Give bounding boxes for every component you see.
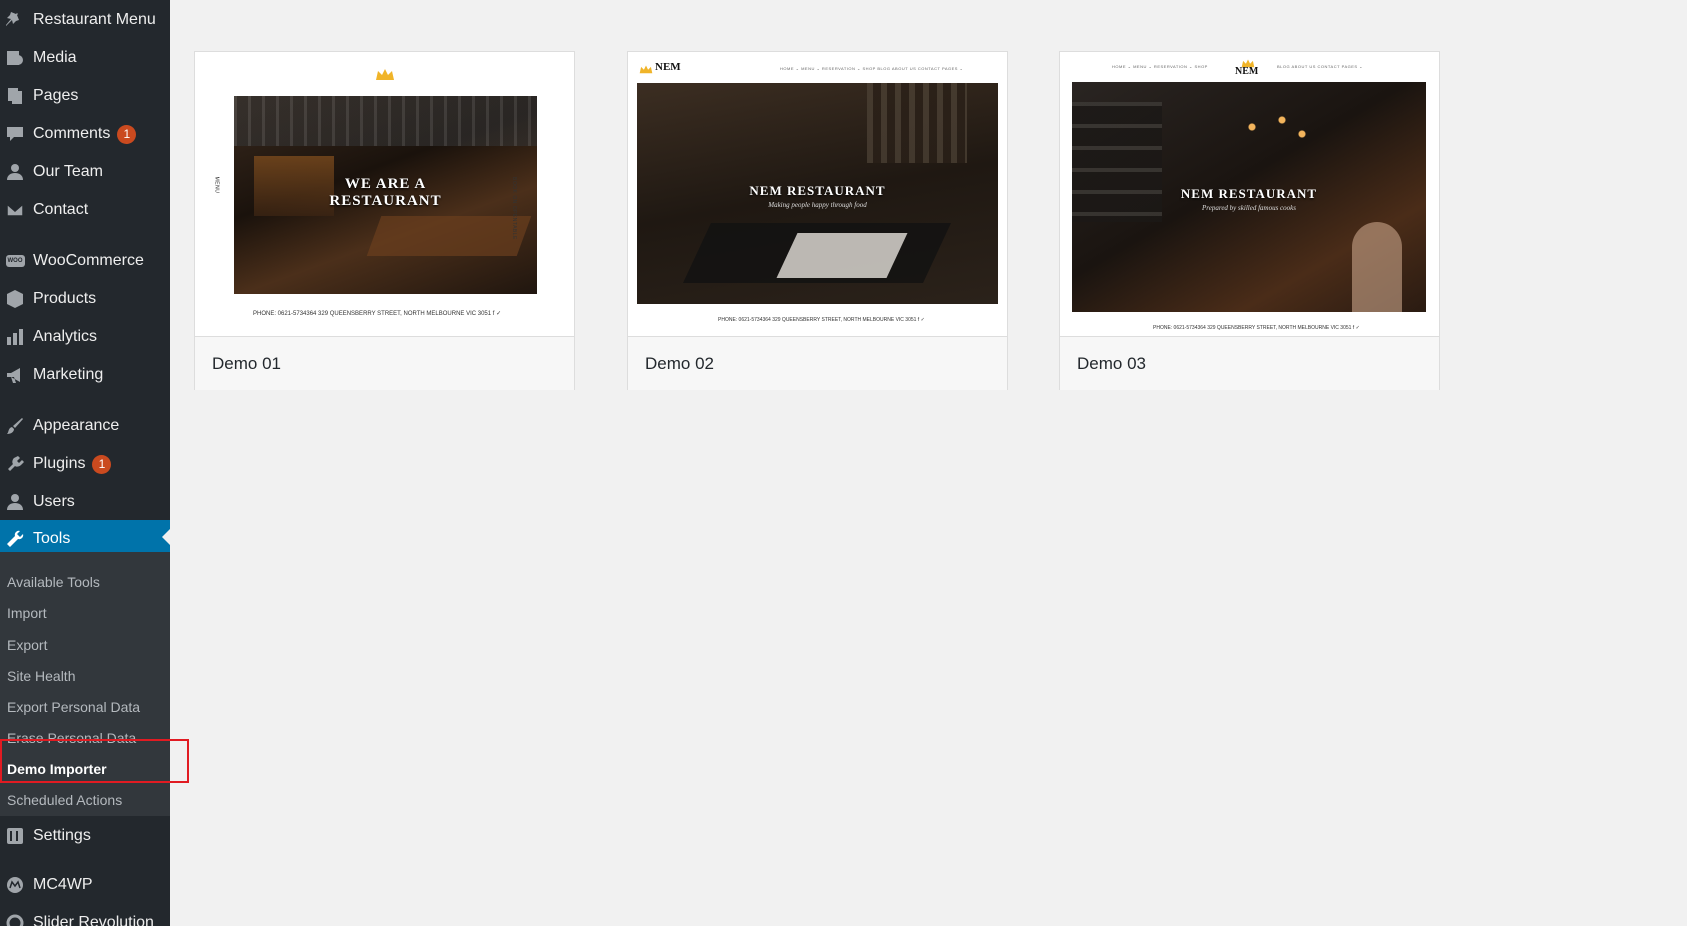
plugin-icon <box>4 453 26 475</box>
menu-item-restaurant-menu[interactable]: Restaurant Menu <box>0 3 170 37</box>
submenu-site-health[interactable]: Site Health <box>7 668 75 684</box>
crown-logo-icon <box>639 61 653 79</box>
menu-item-our-team[interactable]: Our Team <box>0 155 170 189</box>
comments-count-badge: 1 <box>117 124 137 144</box>
demo-02-name: Demo 02 <box>645 353 714 373</box>
demo-card-02[interactable]: NEM HOME ⌄ MENU ⌄ RESERVATION ⌄ SHOP BLO… <box>627 51 1008 390</box>
pin-icon <box>4 9 26 31</box>
demo-03-screenshot: HOME ⌄ MENU ⌄ RESERVATION ⌄ SHOP NEM BLO… <box>1060 52 1439 336</box>
email-icon <box>4 199 26 221</box>
demo-01-footer: Demo 01 <box>195 336 574 390</box>
comments-icon <box>4 123 26 145</box>
demo-importer-highlight <box>0 739 189 783</box>
mc4wp-icon <box>4 874 26 896</box>
team-icon <box>4 161 26 183</box>
pages-icon <box>4 85 26 107</box>
menu-item-comments[interactable]: Comments 1 <box>0 117 170 151</box>
demo-02-screenshot: NEM HOME ⌄ MENU ⌄ RESERVATION ⌄ SHOP BLO… <box>628 52 1007 336</box>
demo-02-logo: NEM <box>655 61 681 73</box>
demo-02-hero-image: NEM RESTAURANT Making people happy throu… <box>637 83 998 304</box>
demo-03-nav-right: BLOG ABOUT US CONTACT PAGES ⌄ <box>1277 64 1364 69</box>
menu-item-marketing[interactable]: Marketing <box>0 358 170 392</box>
submenu-export[interactable]: Export <box>7 637 47 653</box>
submenu-scheduled-actions[interactable]: Scheduled Actions <box>7 792 122 808</box>
menu-item-mc4wp[interactable]: MC4WP <box>0 868 170 902</box>
admin-sidebar: Restaurant Menu Media Pages Comments 1 O… <box>0 0 170 926</box>
demo-02-footer: Demo 02 <box>628 336 1007 390</box>
demo-03-name: Demo 03 <box>1077 353 1146 373</box>
settings-icon <box>4 825 26 847</box>
revslider-icon <box>4 912 26 926</box>
menu-item-settings[interactable]: Settings <box>0 819 170 853</box>
brush-icon <box>4 415 26 437</box>
submenu-available-tools[interactable]: Available Tools <box>7 574 100 590</box>
menu-item-contact[interactable]: Contact <box>0 193 170 227</box>
menu-item-media[interactable]: Media <box>0 41 170 75</box>
demo-01-screenshot: WE ARE A RESTAURANT MENU BOOK ON OPENTAB… <box>195 52 574 336</box>
menu-item-products[interactable]: Products <box>0 282 170 316</box>
demo-03-footer: Demo 03 <box>1060 336 1439 390</box>
submenu-import[interactable]: Import <box>7 605 47 621</box>
menu-item-woocommerce[interactable]: WOO WooCommerce <box>0 244 170 278</box>
demo-01-hero-image: WE ARE A RESTAURANT <box>234 96 537 294</box>
demo-03-nav-left: HOME ⌄ MENU ⌄ RESERVATION ⌄ SHOP <box>1112 64 1208 69</box>
menu-item-pages[interactable]: Pages <box>0 79 170 113</box>
menu-item-users[interactable]: Users <box>0 485 170 519</box>
plugins-count-badge: 1 <box>92 454 112 474</box>
demo-02-nav: HOME ⌄ MENU ⌄ RESERVATION ⌄ SHOP BLOG AB… <box>780 66 964 71</box>
menu-item-slider-revolution[interactable]: Slider Revolution <box>0 906 170 926</box>
demo-03-logo: NEM <box>1235 66 1259 77</box>
submenu-export-personal-data[interactable]: Export Personal Data <box>7 699 140 715</box>
demo-card-03[interactable]: HOME ⌄ MENU ⌄ RESERVATION ⌄ SHOP NEM BLO… <box>1059 51 1440 390</box>
crown-logo-icon <box>375 67 395 86</box>
wrench-icon <box>4 528 26 550</box>
demo-01-name: Demo 01 <box>212 353 281 373</box>
menu-item-analytics[interactable]: Analytics <box>0 320 170 354</box>
products-icon <box>4 288 26 310</box>
menu-item-appearance[interactable]: Appearance <box>0 409 170 443</box>
active-indicator-arrow <box>162 529 170 545</box>
analytics-icon <box>4 326 26 348</box>
demo-03-hero-image: NEM RESTAURANT Prepared by skilled famou… <box>1072 82 1426 312</box>
users-icon <box>4 491 26 513</box>
megaphone-icon <box>4 364 26 386</box>
demo-card-01[interactable]: WE ARE A RESTAURANT MENU BOOK ON OPENTAB… <box>194 51 575 390</box>
woo-icon: WOO <box>4 250 26 272</box>
menu-item-plugins[interactable]: Plugins 1 <box>0 447 170 481</box>
media-icon <box>4 47 26 69</box>
